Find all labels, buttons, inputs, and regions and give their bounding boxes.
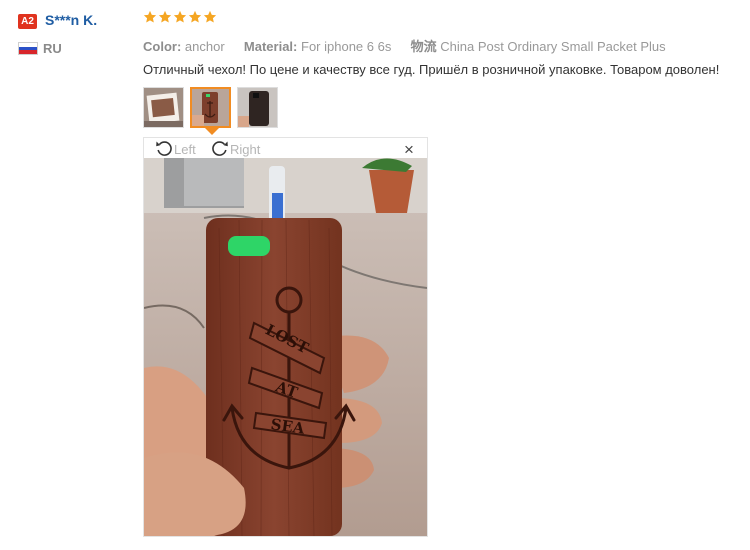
close-icon: × bbox=[404, 140, 414, 159]
attr-color-value: anchor bbox=[184, 39, 225, 54]
attr-color-key: Color: bbox=[143, 39, 182, 54]
review-photo-large: LOST AT SEA bbox=[144, 158, 427, 536]
rotate-left-label: Left bbox=[174, 142, 196, 157]
review-thumbnail-3[interactable] bbox=[237, 87, 278, 128]
image-viewer: Left Right × LOST AT SEA bbox=[143, 137, 428, 537]
buyer-level-badge: A2 bbox=[18, 14, 37, 29]
review-thumbnails bbox=[143, 87, 278, 128]
star-icon bbox=[173, 10, 187, 23]
active-thumbnail-pointer bbox=[205, 128, 219, 135]
rotate-right-label: Right bbox=[230, 142, 261, 157]
rating-stars bbox=[143, 10, 217, 24]
star-icon bbox=[158, 10, 172, 23]
review-thumbnail-2[interactable] bbox=[190, 87, 231, 128]
star-icon bbox=[188, 10, 202, 23]
review-thumbnail-1[interactable] bbox=[143, 87, 184, 128]
attr-shipping-key: 物流 bbox=[410, 39, 437, 54]
attr-material-key: Material: bbox=[243, 39, 298, 54]
country-flag-icon bbox=[18, 42, 38, 55]
close-viewer-button[interactable]: × bbox=[404, 141, 414, 159]
viewer-toolbar: Left Right × bbox=[144, 138, 427, 159]
review-text: Отличный чехол! По цене и качеству все г… bbox=[143, 62, 720, 77]
star-icon bbox=[203, 10, 217, 23]
buyer-country: RU bbox=[43, 41, 62, 56]
attr-shipping-value: China Post Ordinary Small Packet Plus bbox=[440, 39, 666, 54]
buyer-name[interactable]: S***n K. bbox=[45, 12, 97, 28]
attr-material-value: For iphone 6 6s bbox=[301, 39, 392, 54]
order-attributes: Color: anchor Material: For iphone 6 6s … bbox=[143, 36, 666, 55]
star-icon bbox=[143, 10, 157, 23]
